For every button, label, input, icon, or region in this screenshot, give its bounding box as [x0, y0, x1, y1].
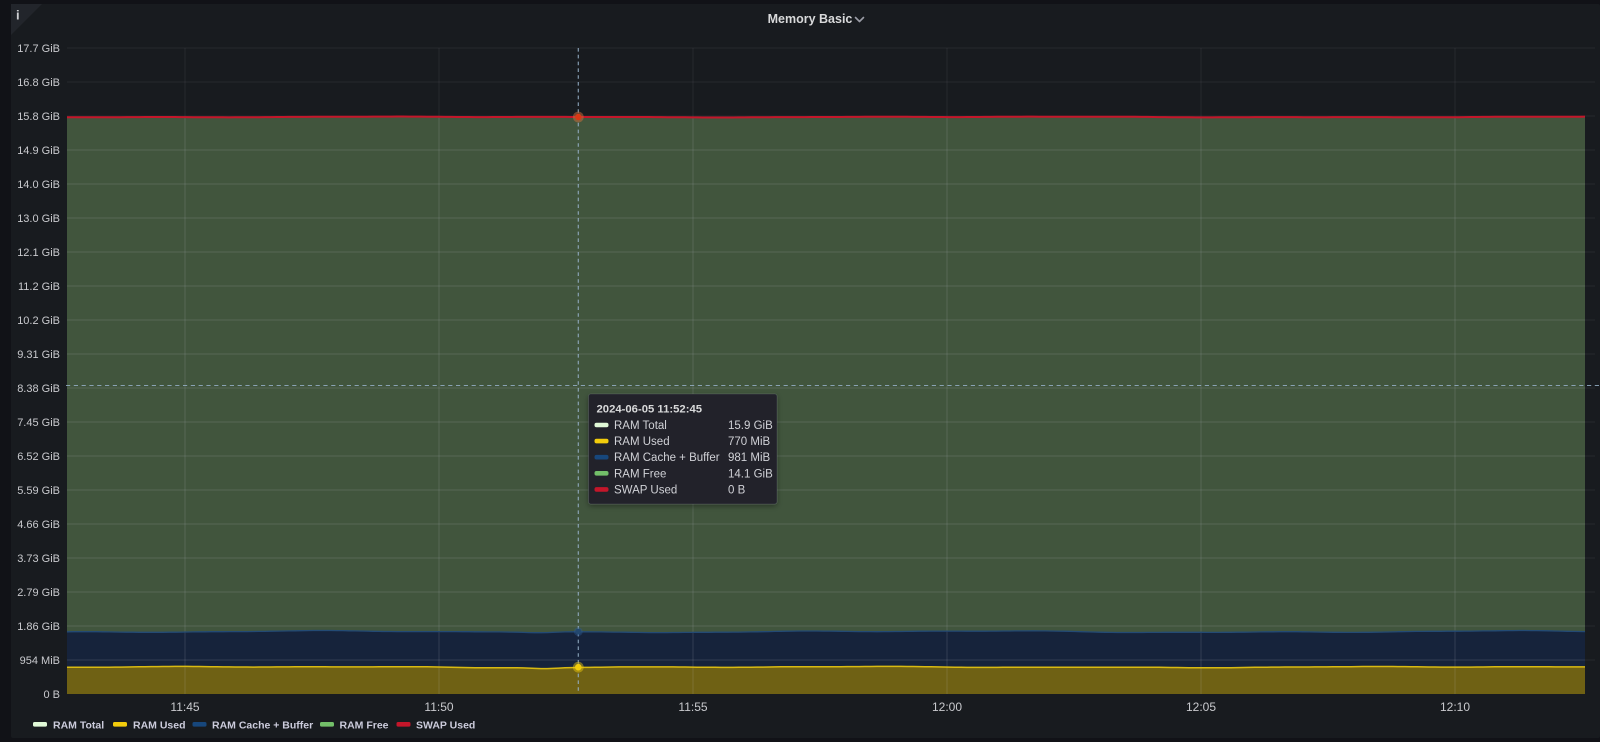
svg-text:11:55: 11:55 — [678, 700, 707, 714]
svg-text:i: i — [16, 8, 20, 23]
svg-text:12.1 GiB: 12.1 GiB — [17, 247, 60, 259]
svg-text:5.59 GiB: 5.59 GiB — [17, 485, 60, 497]
svg-text:13.0 GiB: 13.0 GiB — [17, 213, 60, 225]
svg-text:11:50: 11:50 — [424, 700, 453, 714]
svg-text:RAM Cache + Buffer: RAM Cache + Buffer — [614, 452, 720, 464]
svg-text:954 MiB: 954 MiB — [20, 655, 60, 667]
svg-text:10.2 GiB: 10.2 GiB — [17, 315, 60, 327]
svg-text:SWAP Used: SWAP Used — [416, 720, 475, 732]
svg-text:0 B: 0 B — [728, 484, 746, 496]
svg-text:16.8 GiB: 16.8 GiB — [17, 77, 60, 89]
svg-text:0 B: 0 B — [43, 689, 60, 701]
svg-text:RAM Free: RAM Free — [340, 720, 389, 732]
svg-text:11:45: 11:45 — [170, 700, 199, 714]
svg-text:RAM Total: RAM Total — [614, 420, 667, 432]
svg-text:SWAP Used: SWAP Used — [614, 484, 677, 496]
svg-text:8.38 GiB: 8.38 GiB — [17, 383, 60, 395]
svg-text:RAM Total: RAM Total — [53, 720, 104, 732]
svg-text:14.9 GiB: 14.9 GiB — [17, 145, 60, 157]
svg-text:3.73 GiB: 3.73 GiB — [17, 553, 60, 565]
svg-text:17.7 GiB: 17.7 GiB — [17, 43, 60, 55]
svg-text:15.9 GiB: 15.9 GiB — [728, 420, 773, 432]
svg-text:15.8 GiB: 15.8 GiB — [17, 111, 60, 123]
svg-text:770 MiB: 770 MiB — [728, 436, 771, 448]
svg-text:14.0 GiB: 14.0 GiB — [17, 179, 60, 191]
svg-text:981 MiB: 981 MiB — [728, 452, 771, 464]
svg-text:14.1 GiB: 14.1 GiB — [728, 468, 773, 480]
svg-text:2.79 GiB: 2.79 GiB — [17, 587, 60, 599]
svg-text:7.45 GiB: 7.45 GiB — [17, 417, 60, 429]
svg-text:6.52 GiB: 6.52 GiB — [17, 451, 60, 463]
svg-text:4.66 GiB: 4.66 GiB — [17, 519, 60, 531]
svg-text:12:05: 12:05 — [1186, 700, 1216, 714]
svg-text:RAM Used: RAM Used — [614, 436, 670, 448]
svg-text:12:10: 12:10 — [1440, 700, 1470, 714]
svg-text:RAM Used: RAM Used — [133, 720, 186, 732]
svg-text:2024-06-05 11:52:45: 2024-06-05 11:52:45 — [597, 404, 703, 416]
svg-text:Memory Basic: Memory Basic — [768, 12, 853, 26]
svg-text:1.86 GiB: 1.86 GiB — [17, 621, 60, 633]
svg-text:RAM Free: RAM Free — [614, 468, 666, 480]
svg-text:RAM Cache + Buffer: RAM Cache + Buffer — [212, 720, 313, 732]
svg-text:12:00: 12:00 — [932, 700, 962, 714]
svg-text:9.31 GiB: 9.31 GiB — [17, 349, 60, 361]
svg-text:11.2 GiB: 11.2 GiB — [18, 281, 60, 293]
